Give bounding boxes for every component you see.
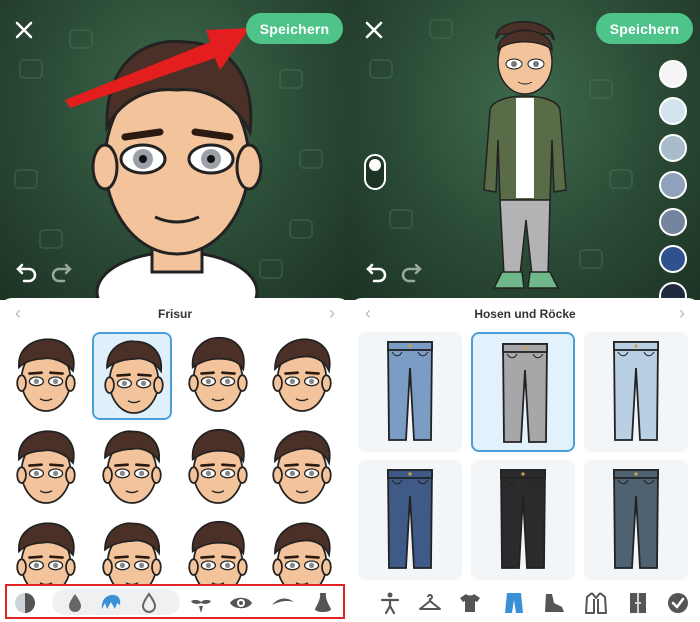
hairstyle-option[interactable] [6,424,86,512]
hairstyle-option[interactable] [92,424,172,512]
skin-tone-icon[interactable] [13,591,37,615]
redo-button[interactable] [400,261,422,283]
close-button[interactable] [10,16,38,44]
hairstyle-preview [272,522,332,585]
pants-option[interactable] [584,460,688,580]
avatar-full-body [483,21,567,289]
hairstyle-preview [102,522,162,585]
pose-toggle[interactable] [364,154,386,190]
next-category-button[interactable]: › [322,303,342,323]
hairstyle-preview [188,520,248,585]
pants-preview [502,343,548,443]
color-swatch[interactable] [659,171,687,199]
check-icon[interactable] [666,591,690,615]
pants-option[interactable] [471,460,575,580]
eyebrow-icon[interactable] [271,591,295,615]
avatar-head-large [91,39,263,300]
hairstyle-preview [16,338,76,412]
hairstyle-preview [272,430,332,504]
pants-preview [387,469,433,569]
droplet-light-icon[interactable] [137,591,161,615]
facial-hair-icon[interactable] [189,591,213,615]
undo-icon [366,263,387,283]
hairstyle-option[interactable] [6,516,86,585]
close-icon [15,21,33,39]
pants-grid [350,330,700,585]
save-button[interactable]: Speichern [596,13,693,44]
hairstyle-option[interactable] [92,332,172,420]
hairstyle-option[interactable] [6,332,86,420]
section-title: Frisur [157,307,192,321]
hairstyle-preview [16,522,76,585]
color-swatch[interactable] [659,245,687,273]
hairstyle-preview [104,340,164,414]
redo-icon [401,263,422,283]
outfit-toolbar [350,585,700,622]
wardrobe-icon[interactable] [626,591,650,615]
pants-preview [500,469,546,569]
color-swatch[interactable] [659,208,687,236]
hairstyle-option[interactable] [262,424,342,512]
toggle-knob [369,159,381,171]
avatar-stage: Speichern [350,0,700,300]
hairstyle-preview [188,428,248,504]
hairstyle-grid [0,330,350,585]
eye-icon[interactable] [229,591,253,615]
redo-icon [51,263,72,283]
hairstyle-option[interactable] [178,516,258,585]
pants-option[interactable] [358,332,462,452]
pants-icon[interactable] [502,591,526,615]
hairstyle-option[interactable] [262,516,342,585]
save-button[interactable]: Speichern [246,13,343,44]
pants-preview [613,469,659,569]
undo-icon [16,263,37,283]
hairstyle-preview [188,336,248,412]
shoe-icon[interactable] [542,591,566,615]
sheet-header: ‹ Hosen und Röcke › [350,298,700,328]
color-swatch[interactable] [659,97,687,125]
close-button[interactable] [360,16,388,44]
hairstyle-option[interactable] [262,332,342,420]
undo-button[interactable] [16,261,38,283]
hairstyle-preview [16,430,76,504]
pants-option[interactable] [584,332,688,452]
sheet-header: ‹ Frisur › [0,298,350,328]
nose-icon[interactable] [311,591,335,615]
jacket-icon[interactable] [584,591,608,615]
hairstyle-preview [102,430,162,504]
shirt-icon[interactable] [458,591,482,615]
color-swatch[interactable] [659,134,687,162]
pants-option[interactable] [358,460,462,580]
pants-option[interactable] [471,332,575,452]
hairstyle-preview [272,338,332,412]
pose-icon[interactable] [378,591,402,615]
hairstyle-option[interactable] [178,424,258,512]
avatar-stage: Speichern [0,0,350,300]
pants-preview [387,341,433,441]
close-icon [365,21,383,39]
hair-editor-panel: Speichern ‹ Frisur › [0,0,350,622]
pants-preview [613,341,659,441]
redo-button[interactable] [50,261,72,283]
hairstyle-option[interactable] [178,332,258,420]
section-title: Hosen und Röcke [474,307,576,321]
droplet-dark-icon[interactable] [63,591,87,615]
hairstyle-option[interactable] [92,516,172,585]
feature-toolbar [5,584,345,619]
next-category-button[interactable]: › [672,303,692,323]
undo-button[interactable] [366,261,388,283]
hanger-icon[interactable] [418,591,442,615]
hair-icon[interactable] [99,591,123,615]
outfit-editor-panel: Speichern ‹ Hosen und Röcke › [350,0,700,622]
color-swatch[interactable] [659,60,687,88]
